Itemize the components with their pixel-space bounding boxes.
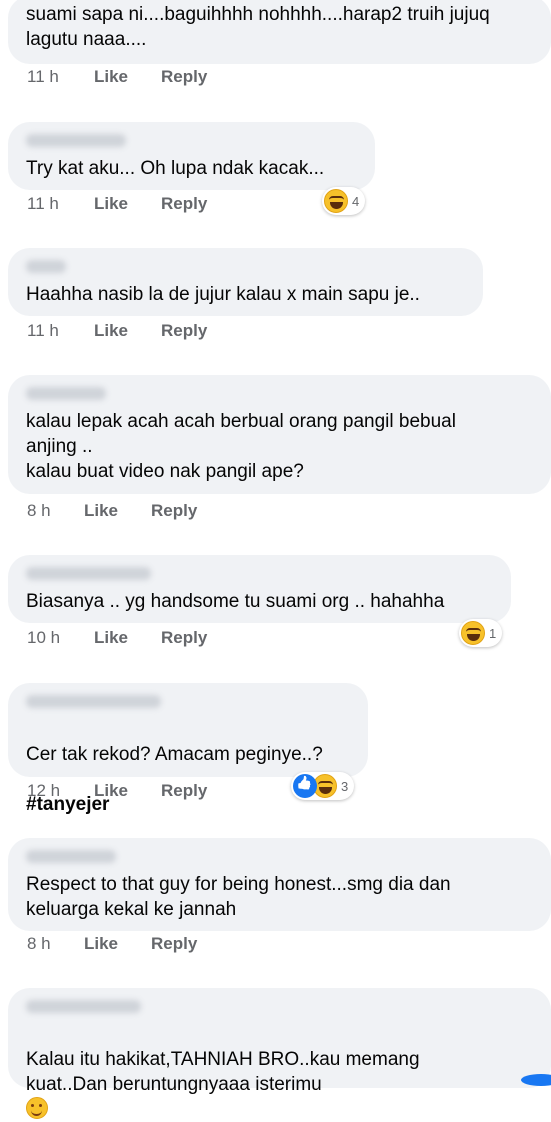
comment-timestamp[interactable]: 10 h (27, 627, 60, 649)
comment-meta: 11 h Like Reply (27, 66, 327, 88)
comment-text: Respect to that guy for being honest...s… (26, 874, 451, 920)
commenter-name[interactable] (26, 1000, 141, 1013)
haha-reaction-icon (324, 189, 348, 213)
comment-bubble: Respect to that guy for being honest...s… (8, 838, 551, 931)
comment-timestamp[interactable]: 8 h (27, 500, 51, 522)
like-button[interactable]: Like (94, 320, 128, 342)
comment-text: kalau lepak acah acah berbual orang pang… (26, 411, 456, 482)
reply-button[interactable]: Reply (161, 193, 207, 215)
comment-text: suami sapa ni....baguihhhh nohhhh....har… (26, 4, 490, 50)
comment-timestamp[interactable]: 8 h (27, 933, 51, 955)
comment-text: Kalau itu hakikat,TAHNIAH BRO..kau meman… (26, 1022, 420, 1122)
reply-button[interactable]: Reply (161, 627, 207, 649)
comment-bubble: Kalau itu hakikat,TAHNIAH BRO..kau meman… (8, 988, 551, 1119)
comment-bubble: suami sapa ni....baguihhhh nohhhh....har… (8, 0, 551, 64)
like-button[interactable]: Like (94, 66, 128, 88)
comment-bubble: Cer tak rekod? Amacam peginye..? #tanyej… (8, 683, 368, 815)
comment-meta: 8 h Like Reply (27, 500, 327, 522)
comment-text-body: Cer tak rekod? Amacam peginye..? (26, 744, 323, 765)
comment-timestamp[interactable]: 11 h (27, 320, 59, 342)
comment-bubble: kalau lepak acah acah berbual orang pang… (8, 375, 551, 494)
like-button[interactable]: Like (94, 780, 128, 802)
commenter-name[interactable] (26, 695, 161, 708)
reply-button[interactable]: Reply (161, 320, 207, 342)
smile-emoji-icon (26, 1097, 48, 1119)
comment-meta: 12 h Like Reply (27, 780, 327, 802)
comment-text: Cer tak rekod? Amacam peginye..? #tanyej… (26, 717, 323, 817)
reaction-count: 1 (489, 625, 497, 641)
reply-button[interactable]: Reply (161, 780, 207, 802)
like-button[interactable]: Like (84, 933, 118, 955)
reply-button[interactable]: Reply (161, 66, 207, 88)
reaction-summary[interactable]: 3 (291, 772, 355, 800)
comment-timestamp[interactable]: 11 h (27, 193, 59, 215)
comment-meta: 11 h Like Reply (27, 320, 327, 342)
commenter-name[interactable] (26, 134, 126, 147)
comment-text-body: Kalau itu hakikat,TAHNIAH BRO..kau meman… (26, 1049, 420, 1095)
like-button[interactable]: Like (94, 193, 128, 215)
commenter-name[interactable] (26, 850, 116, 863)
comment-text: Haahha nasib la de jujur kalau x main sa… (26, 284, 420, 305)
like-button[interactable]: Like (94, 627, 128, 649)
comment-text: Try kat aku... Oh lupa ndak kacak... (26, 158, 325, 179)
reaction-summary[interactable]: 4 (322, 187, 366, 215)
commenter-name[interactable] (26, 387, 106, 400)
like-button[interactable]: Like (84, 500, 118, 522)
reaction-count: 3 (341, 778, 349, 794)
comment-meta: 11 h Like Reply (27, 193, 327, 215)
comment-meta: 8 h Like Reply (27, 933, 327, 955)
reaction-summary[interactable]: 1 (459, 619, 503, 647)
comment-meta: 10 h Like Reply (27, 627, 327, 649)
comment-bubble: Biasanya .. yg handsome tu suami org .. … (8, 555, 511, 623)
commenter-name[interactable] (26, 260, 66, 273)
reply-button[interactable]: Reply (151, 500, 197, 522)
haha-reaction-icon (461, 621, 485, 645)
comment-timestamp[interactable]: 11 h (27, 66, 59, 88)
comment-bubble: Try kat aku... Oh lupa ndak kacak... (8, 122, 375, 190)
comment-timestamp[interactable]: 12 h (27, 780, 60, 802)
commenter-name[interactable] (26, 567, 151, 580)
comment-bubble: Haahha nasib la de jujur kalau x main sa… (8, 248, 483, 316)
reply-button[interactable]: Reply (151, 933, 197, 955)
like-reaction-icon (293, 774, 317, 798)
comment-text: Biasanya .. yg handsome tu suami org .. … (26, 591, 445, 612)
reaction-count: 4 (352, 193, 360, 209)
